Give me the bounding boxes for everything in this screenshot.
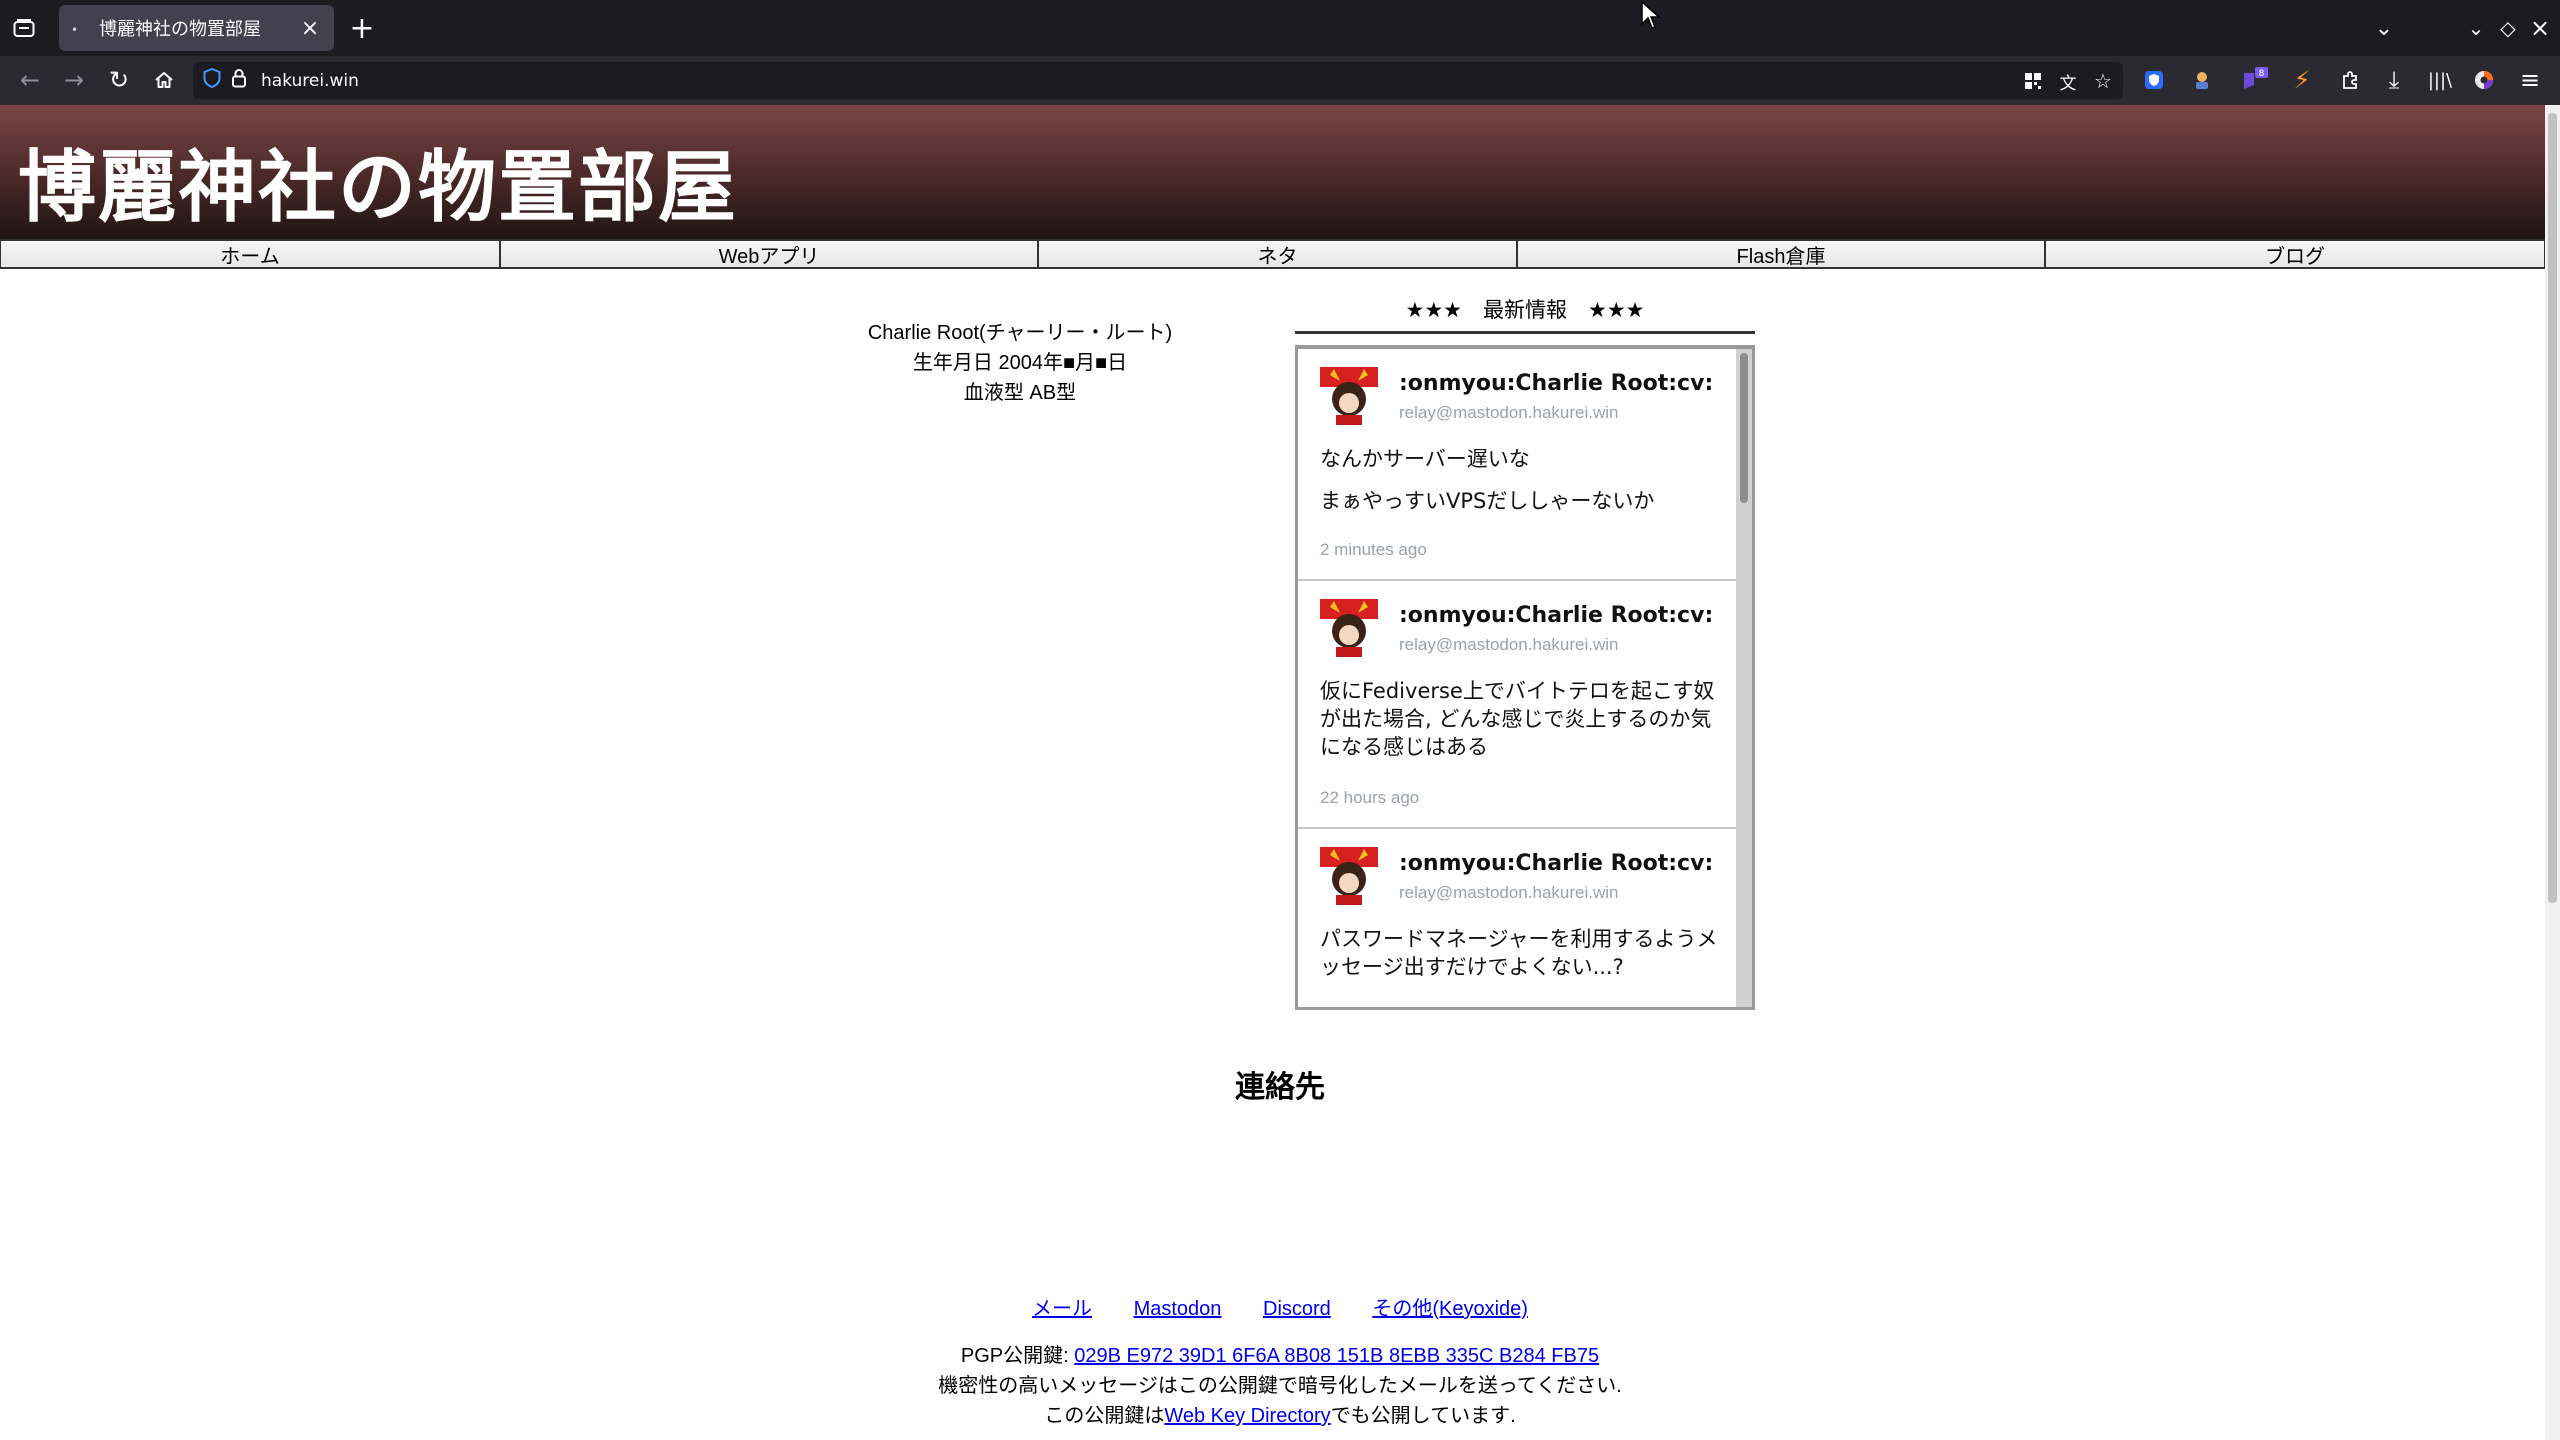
news-divider	[1295, 331, 1755, 334]
contact-title: 連絡先	[1235, 1070, 1325, 1105]
post-handle[interactable]: relay@mastodon.hakurei.win	[1399, 403, 1618, 423]
nav-item-flash[interactable]: Flash倉庫	[1517, 239, 2045, 269]
post-display-name[interactable]: :onmyou:Charlie Root:cv:	[1399, 603, 1713, 628]
extension-badge-icon[interactable]: 8	[2237, 62, 2273, 98]
lock-icon[interactable]	[231, 68, 261, 93]
back-icon[interactable]: ←	[12, 62, 48, 98]
svg-text:8: 8	[2259, 69, 2265, 79]
extension-character-icon[interactable]	[2184, 62, 2220, 98]
close-tab-icon[interactable]: ×	[298, 16, 322, 41]
post-text: パスワードマネージャーを利用するようメッセージ出すだけでよくない...?	[1320, 927, 1718, 979]
tab-title: 博麗神社の物置部屋	[99, 19, 261, 40]
news-header: ★★★ 最新情報 ★★★	[1405, 299, 1645, 322]
qr-grid-icon[interactable]	[2018, 66, 2048, 96]
profile-birthday: 生年月日 2004年■月■日	[912, 352, 1128, 374]
profile-name: Charlie Root(チャーリー・ルート)	[867, 322, 1173, 344]
active-tab[interactable]: • 博麗神社の物置部屋 ×	[59, 5, 334, 51]
pgp-info: PGP公開鍵: 029B E972 39D1 6F6A 8B08 151B 8E…	[800, 1341, 1760, 1431]
site-header: 博麗神社の物置部屋	[0, 105, 2560, 239]
mastodon-feed[interactable]: :onmyou:Charlie Root:cv: relay@mastodon.…	[1295, 345, 1755, 1010]
avatar[interactable]	[1320, 599, 1378, 657]
chevron-down-icon[interactable]: ⌄	[2366, 10, 2402, 46]
account-avatar-icon[interactable]	[2466, 62, 2502, 98]
avatar[interactable]	[1320, 847, 1378, 905]
url-text[interactable]: hakurei.win	[261, 71, 359, 91]
post-body: 仮にFediverse上でバイトテロを起こす奴が出た場合, どんな感じで炎上する…	[1320, 677, 1730, 775]
post-handle[interactable]: relay@mastodon.hakurei.win	[1399, 883, 1618, 903]
web-page: 博麗神社の物置部屋 ホーム Webアプリ ネタ Flash倉庫 ブログ Char…	[0, 105, 2560, 1440]
pgp-line: PGP公開鍵: 029B E972 39D1 6F6A 8B08 151B 8E…	[800, 1341, 1760, 1371]
pgp-label: PGP公開鍵:	[960, 1345, 1075, 1367]
site-title: 博麗神社の物置部屋	[18, 143, 739, 233]
extension-shield-icon[interactable]	[2136, 62, 2172, 98]
library-icon[interactable]: |||\	[2422, 62, 2458, 98]
feed-scrollbar[interactable]	[1736, 349, 1752, 1007]
tab-list-icon[interactable]	[6, 10, 42, 46]
window-minimize-icon[interactable]: ⌄	[2458, 10, 2494, 46]
nav-item-blog[interactable]: ブログ	[2045, 239, 2545, 269]
page-scrollbar[interactable]	[2545, 105, 2560, 1440]
download-icon[interactable]: ⤓	[2376, 62, 2412, 98]
favicon-icon: •	[71, 23, 79, 37]
post-body: なんかサーバー遅いな まぁやっすいVPSだししゃーないか	[1320, 445, 1730, 529]
new-tab-icon[interactable]: +	[344, 10, 380, 46]
wkd-line: この公開鍵はWeb Key Directoryでも公開しています.	[800, 1401, 1760, 1431]
wkd-link[interactable]: Web Key Directory	[1164, 1405, 1330, 1427]
translate-icon[interactable]: 文	[2053, 66, 2083, 96]
post-time[interactable]: 22 hours ago	[1320, 788, 1419, 808]
tab-bar: • 博麗神社の物置部屋 × + ⌄ ⌄ ◇ ×	[0, 0, 2560, 56]
nav-item-webapps[interactable]: Webアプリ	[500, 239, 1038, 269]
feed-post[interactable]: :onmyou:Charlie Root:cv: relay@mastodon.…	[1298, 349, 1736, 581]
post-text: 仮にFediverse上でバイトテロを起こす奴が出た場合, どんな感じで炎上する…	[1320, 679, 1715, 759]
page-scrollbar-thumb[interactable]	[2548, 113, 2557, 903]
post-time[interactable]: 2 minutes ago	[1320, 540, 1427, 560]
post-body: パスワードマネージャーを利用するようメッセージ出すだけでよくない...?	[1320, 925, 1730, 995]
contact-link-mail[interactable]: メール	[1032, 1298, 1092, 1320]
avatar[interactable]	[1320, 367, 1378, 425]
shield-icon[interactable]	[203, 67, 231, 94]
lightning-icon[interactable]: ⚡	[2284, 62, 2320, 98]
bookmark-star-icon[interactable]: ☆	[2088, 66, 2118, 96]
site-nav: ホーム Webアプリ ネタ Flash倉庫 ブログ	[0, 239, 2545, 269]
nav-item-home[interactable]: ホーム	[0, 239, 500, 269]
browser-chrome: • 博麗神社の物置部屋 × + ⌄ ⌄ ◇ × ← → ↻ hakurei.wi…	[0, 0, 2560, 105]
wkd-prefix: この公開鍵は	[1044, 1405, 1165, 1427]
navigation-toolbar: ← → ↻ hakurei.win 文 ☆ 8 ⚡ ⤓ |||\ ≡	[0, 56, 2560, 105]
url-bar[interactable]: hakurei.win 文 ☆	[193, 62, 2123, 99]
mouse-cursor-icon	[1641, 0, 1661, 29]
post-text: なんかサーバー遅いな	[1320, 447, 1530, 471]
forward-icon[interactable]: →	[56, 62, 92, 98]
feed-post[interactable]: :onmyou:Charlie Root:cv: relay@mastodon.…	[1298, 581, 1736, 829]
feed-post[interactable]: :onmyou:Charlie Root:cv: relay@mastodon.…	[1298, 829, 1736, 1007]
contact-link-keyoxide[interactable]: その他(Keyoxide)	[1372, 1298, 1528, 1320]
reload-icon[interactable]: ↻	[101, 62, 137, 98]
profile-info: Charlie Root(チャーリー・ルート) 生年月日 2004年■月■日 血…	[840, 318, 1200, 408]
profile-blood-type: 血液型 AB型	[963, 382, 1077, 404]
nav-item-neta[interactable]: ネタ	[1038, 239, 1517, 269]
post-handle[interactable]: relay@mastodon.hakurei.win	[1399, 635, 1618, 655]
hamburger-menu-icon[interactable]: ≡	[2512, 62, 2548, 98]
contact-link-mastodon[interactable]: Mastodon	[1134, 1298, 1222, 1320]
contact-links: メール Mastodon Discord その他(Keyoxide)	[1000, 1292, 1560, 1321]
extensions-puzzle-icon[interactable]	[2332, 62, 2368, 98]
pgp-note: 機密性の高いメッセージはこの公開鍵で暗号化したメールを送ってください.	[938, 1375, 1622, 1397]
wkd-suffix: でも公開しています.	[1330, 1405, 1516, 1427]
feed-scrollbar-thumb[interactable]	[1740, 353, 1748, 503]
post-display-name[interactable]: :onmyou:Charlie Root:cv:	[1399, 371, 1713, 396]
home-icon[interactable]	[146, 62, 182, 98]
post-display-name[interactable]: :onmyou:Charlie Root:cv:	[1399, 851, 1713, 876]
pgp-fingerprint-link[interactable]: 029B E972 39D1 6F6A 8B08 151B 8EBB 335C …	[1074, 1345, 1599, 1367]
window-close-icon[interactable]: ×	[2522, 10, 2558, 46]
post-text: まぁやっすいVPSだししゃーないか	[1320, 489, 1655, 513]
window-maximize-icon[interactable]: ◇	[2490, 10, 2526, 46]
contact-link-discord[interactable]: Discord	[1263, 1298, 1331, 1320]
